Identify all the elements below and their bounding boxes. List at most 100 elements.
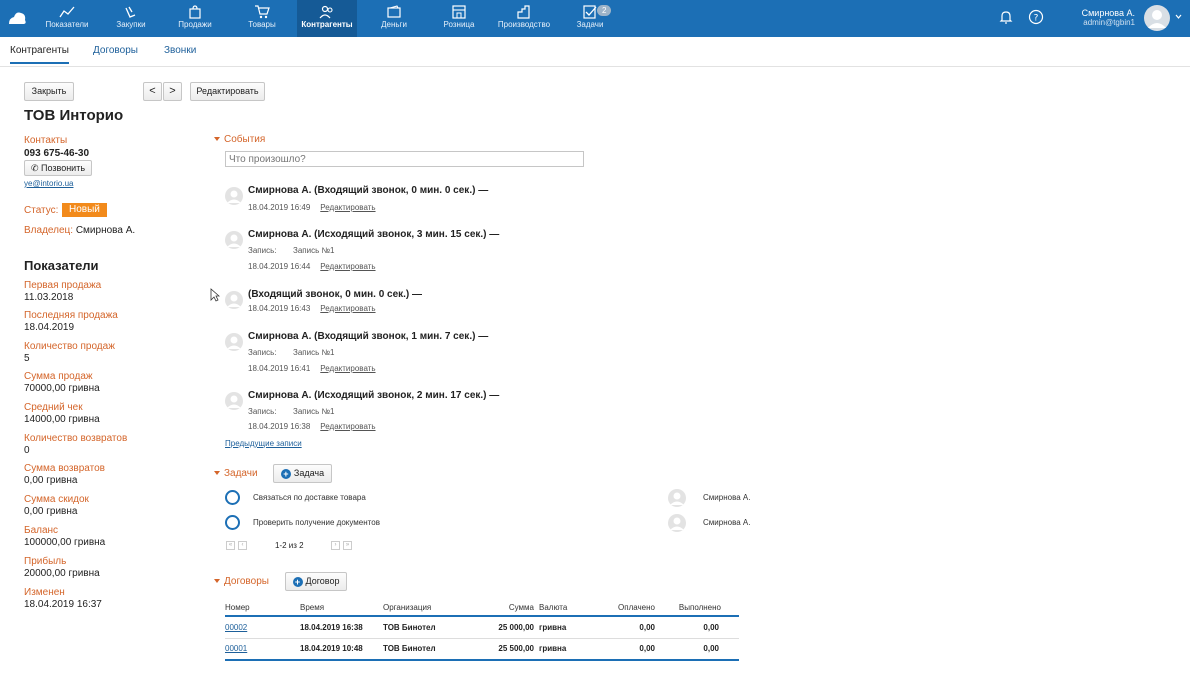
record-label: Запись:: [248, 246, 277, 255]
column-header[interactable]: Сумма: [475, 599, 534, 617]
metric-value: 18.04.2019 16:37: [24, 599, 102, 610]
tasks-icon: [583, 5, 597, 19]
status-badge[interactable]: Новый: [62, 203, 107, 217]
user-menu[interactable]: Смирнова А. admin@tgbin1: [1082, 8, 1135, 28]
metric-label: Сумма скидок: [24, 494, 89, 505]
avatar-icon: [225, 231, 243, 249]
nav-item-sales[interactable]: Продажи: [172, 0, 218, 37]
prev-page-button[interactable]: ‹: [238, 541, 247, 550]
mouse-cursor-icon: [210, 288, 220, 302]
bag-icon: [189, 5, 201, 19]
table-cell: ТОВ Бинотел: [383, 616, 475, 639]
chevron-down-icon[interactable]: [1175, 14, 1182, 20]
nav-label: Закупки: [116, 20, 146, 29]
column-header[interactable]: Валюта: [534, 599, 603, 617]
nav-item-indicators[interactable]: Показатели: [40, 0, 94, 37]
bell-icon[interactable]: [998, 9, 1014, 25]
record-label: Запись:: [248, 348, 277, 357]
sub-navigation: Контрагенты Договоры Звонки: [0, 37, 1190, 67]
events-section-toggle[interactable]: События: [214, 134, 265, 145]
tab-counterparties[interactable]: Контрагенты: [10, 45, 69, 64]
column-header[interactable]: Номер: [225, 599, 300, 617]
metric-label: Последняя продажа: [24, 310, 118, 321]
add-contract-label: Договор: [305, 576, 340, 586]
wallet-icon: [387, 5, 401, 18]
next-page-button[interactable]: ›: [331, 541, 340, 550]
previous-records-link[interactable]: Предыдущие записи: [225, 439, 302, 448]
record-value[interactable]: Запись №1: [293, 407, 335, 416]
nav-item-retail[interactable]: Розница: [438, 0, 480, 37]
event-edit-link[interactable]: Редактировать: [320, 364, 375, 373]
contracts-section-toggle[interactable]: Договоры: [214, 576, 269, 587]
event-input[interactable]: [225, 151, 584, 167]
cart-icon: [255, 5, 270, 19]
close-button[interactable]: Закрыть: [24, 82, 74, 101]
nav-item-money[interactable]: Деньги: [374, 0, 414, 37]
nav-item-counterparties[interactable]: Контрагенты: [297, 0, 357, 37]
event-title: Смирнова А. (Входящий звонок, 0 мин. 0 с…: [248, 185, 489, 196]
event-edit-link[interactable]: Редактировать: [320, 304, 375, 313]
metrics-heading: Показатели: [24, 258, 99, 273]
event-time: 18.04.2019 16:44: [248, 262, 311, 271]
user-avatar-icon[interactable]: [1144, 5, 1170, 31]
contract-number-link[interactable]: 00001: [225, 644, 247, 653]
column-header[interactable]: Выполнено: [655, 599, 739, 617]
event-time: 18.04.2019 16:49: [248, 203, 311, 212]
table-row[interactable]: 00002 18.04.2019 16:38 ТОВ Бинотел 25 00…: [225, 616, 739, 639]
collapse-triangle-icon: [214, 471, 220, 476]
next-button[interactable]: >: [163, 82, 182, 101]
last-page-button[interactable]: »: [343, 541, 352, 550]
collapse-triangle-icon: [214, 579, 220, 584]
add-contract-button[interactable]: + Договор: [285, 572, 347, 591]
column-header[interactable]: Время: [300, 599, 383, 617]
previous-button[interactable]: <: [143, 82, 162, 101]
status-label: Статус:: [24, 205, 59, 216]
add-task-button[interactable]: + Задача: [273, 464, 332, 483]
metric-label: Прибыль: [24, 556, 67, 567]
contract-number-link[interactable]: 00002: [225, 623, 247, 632]
tab-contracts[interactable]: Договоры: [93, 45, 138, 56]
event-edit-link[interactable]: Редактировать: [320, 422, 375, 431]
tab-calls[interactable]: Звонки: [164, 45, 196, 56]
basket-icon: [125, 6, 136, 18]
task-complete-checkbox[interactable]: [225, 515, 240, 530]
table-cell: ТОВ Бинотел: [383, 638, 475, 661]
tasks-section-toggle[interactable]: Задачи: [214, 468, 258, 479]
column-header[interactable]: Организация: [383, 599, 475, 617]
event-edit-link[interactable]: Редактировать: [320, 262, 375, 271]
tasks-title: Задачи: [224, 468, 258, 479]
first-page-button[interactable]: «: [226, 541, 235, 550]
table-row[interactable]: 00001 18.04.2019 10:48 ТОВ Бинотел 25 50…: [225, 638, 739, 661]
record-value[interactable]: Запись №1: [293, 246, 335, 255]
email-link[interactable]: ye@intorio.ua: [24, 179, 73, 188]
nav-item-production[interactable]: Производство: [496, 0, 552, 37]
cloud-logo-icon[interactable]: [6, 7, 28, 29]
call-button[interactable]: ✆ Позвонить: [24, 160, 92, 176]
column-header[interactable]: Оплачено: [603, 599, 655, 617]
task-text[interactable]: Проверить получение документов: [253, 518, 380, 527]
owner-name: Смирнова А.: [75, 225, 136, 236]
pagination-label: 1-2 из 2: [275, 541, 304, 550]
metric-label: Количество возвратов: [24, 433, 128, 444]
task-complete-checkbox[interactable]: [225, 490, 240, 505]
metric-value: 18.04.2019: [24, 322, 75, 333]
avatar-icon: [668, 514, 686, 532]
contacts-label: Контакты: [24, 135, 68, 146]
event-edit-link[interactable]: Редактировать: [320, 203, 375, 212]
table-cell: гривна: [534, 616, 603, 639]
metric-value: 11.03.2018: [24, 292, 74, 303]
nav-label: Задачи: [576, 20, 604, 29]
metric-label: Средний чек: [24, 402, 83, 413]
table-header-row: Номер Время Организация Сумма Валюта Опл…: [225, 599, 739, 617]
task-text[interactable]: Связаться по доставке товара: [253, 493, 366, 502]
record-value[interactable]: Запись №1: [293, 348, 335, 357]
help-icon[interactable]: ?: [1028, 9, 1044, 25]
nav-item-goods[interactable]: Товары: [240, 0, 284, 37]
table-cell: 18.04.2019 16:38: [300, 616, 383, 639]
nav-item-purchases[interactable]: Закупки: [108, 0, 154, 37]
metric-value: 20000,00 гривна: [24, 568, 100, 579]
nav-item-tasks[interactable]: Задачи 2: [573, 0, 612, 37]
nav-label: Деньги: [381, 20, 407, 29]
edit-button[interactable]: Редактировать: [190, 82, 265, 101]
task-assignee: Смирнова А.: [703, 493, 751, 502]
